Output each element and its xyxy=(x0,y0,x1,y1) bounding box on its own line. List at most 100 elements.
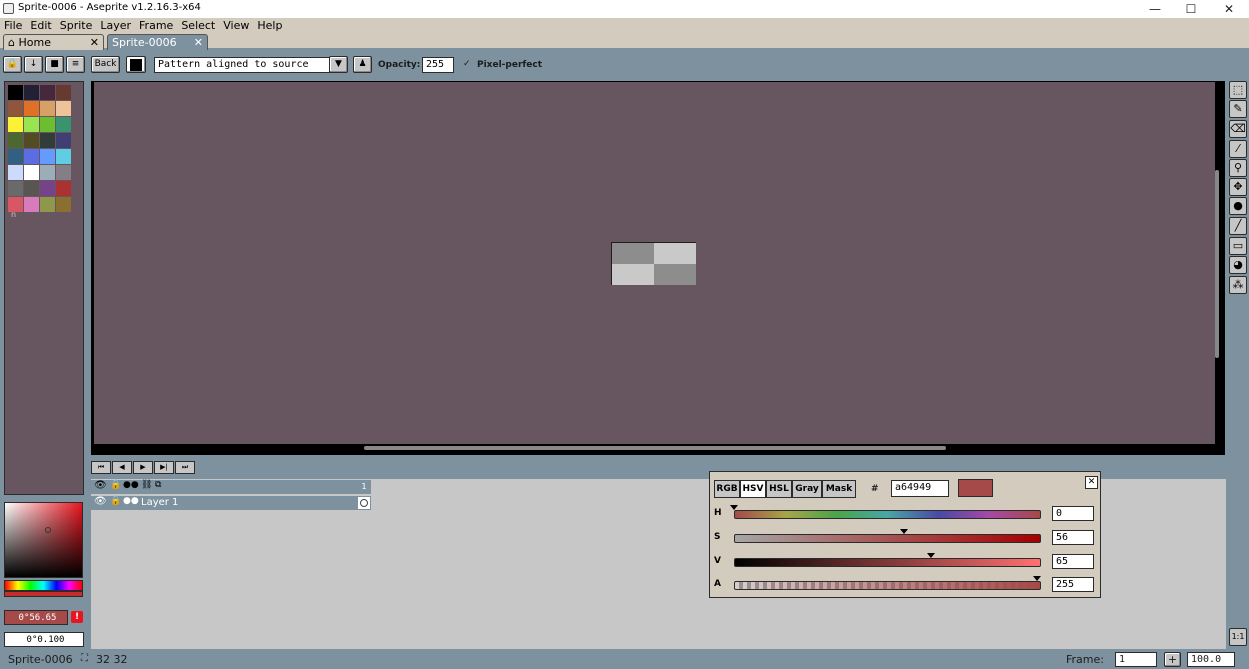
value-value-input[interactable]: 65 xyxy=(1052,554,1094,569)
layer-row[interactable]: 👁 🔒 ●● Layer 1 xyxy=(91,496,357,510)
line-icon[interactable]: ╱ xyxy=(1229,217,1247,235)
palette-swatch[interactable] xyxy=(40,117,55,132)
tab-sprite[interactable]: Sprite-0006 ✕ xyxy=(107,34,208,50)
background-color-button[interactable]: 0°0.100 xyxy=(4,632,84,647)
tab-mask[interactable]: Mask xyxy=(822,480,856,498)
prev-frame-button[interactable]: ◀ xyxy=(112,461,132,474)
menu-frame[interactable]: Frame xyxy=(135,18,177,33)
close-window-button[interactable]: ✕ xyxy=(1211,0,1247,18)
zoom-input[interactable]: 100.0 xyxy=(1187,652,1235,667)
palette-swatch[interactable] xyxy=(40,149,55,164)
tab-home[interactable]: ⌂ Home ✕ xyxy=(3,34,104,50)
palette-swatch[interactable] xyxy=(40,85,55,100)
palette-swatch[interactable] xyxy=(24,133,39,148)
alpha-slider-marker[interactable] xyxy=(1033,576,1041,581)
preview-icon[interactable]: 1:1 xyxy=(1229,628,1247,646)
palette-swatch[interactable] xyxy=(8,165,23,180)
palette-swatch[interactable] xyxy=(24,197,39,212)
palette-swatch[interactable] xyxy=(40,181,55,196)
lock-icon[interactable]: 🔒 xyxy=(110,496,121,506)
palette-swatch[interactable] xyxy=(8,85,23,100)
cel-cell[interactable] xyxy=(357,496,371,510)
menu-help[interactable]: Help xyxy=(253,18,286,33)
palette-swatch[interactable] xyxy=(24,149,39,164)
sprite-image[interactable] xyxy=(611,242,696,285)
tab-home-close-icon[interactable]: ✕ xyxy=(90,35,99,50)
ink-icon[interactable]: ♟ xyxy=(353,56,372,73)
hue-slider-marker[interactable] xyxy=(730,505,738,510)
palette-swatch[interactable] xyxy=(56,85,71,100)
layer-name[interactable]: Layer 1 xyxy=(141,497,178,508)
hue-value-input[interactable]: 0 xyxy=(1052,506,1094,521)
palette-swatch[interactable] xyxy=(56,149,71,164)
palette-swatch[interactable] xyxy=(40,133,55,148)
alpha-value-input[interactable]: 255 xyxy=(1052,577,1094,592)
next-frame-button[interactable]: ▶| xyxy=(154,461,174,474)
tab-hsl[interactable]: HSL xyxy=(766,480,792,498)
canvas-vertical-scrollbar[interactable] xyxy=(1215,170,1219,358)
palette-swatch[interactable] xyxy=(8,133,23,148)
close-icon[interactable]: ✕ xyxy=(1085,476,1098,489)
palette-swatch[interactable] xyxy=(8,181,23,196)
tab-gray[interactable]: Gray xyxy=(792,480,822,498)
brush-shape-button[interactable] xyxy=(126,56,146,73)
move-icon[interactable]: ✥ xyxy=(1229,178,1247,196)
palette-swatch[interactable] xyxy=(24,181,39,196)
menu-layer[interactable]: Layer xyxy=(96,18,135,33)
maximize-button[interactable]: ☐ xyxy=(1173,0,1209,18)
menu-sprite[interactable]: Sprite xyxy=(56,18,97,33)
first-frame-button[interactable]: ⏮ xyxy=(91,461,111,474)
palette-swatch[interactable] xyxy=(24,101,39,116)
pixel-perfect-checkbox-icon[interactable]: ✓ xyxy=(463,59,471,69)
eye-icon[interactable]: 👁 xyxy=(94,496,107,507)
palette-swatch[interactable] xyxy=(56,181,71,196)
download-icon[interactable]: ↓ xyxy=(24,56,43,73)
warning-icon[interactable]: ! xyxy=(71,611,83,623)
palette-swatch[interactable] xyxy=(24,165,39,180)
palette-swatch[interactable] xyxy=(24,85,39,100)
palette-swatch[interactable] xyxy=(24,117,39,132)
saturation-slider[interactable] xyxy=(734,534,1041,543)
saturation-value-input[interactable]: 56 xyxy=(1052,530,1094,545)
value-slider[interactable] xyxy=(734,558,1041,567)
tab-hsv[interactable]: HSV xyxy=(740,480,766,498)
palette-swatch[interactable] xyxy=(8,149,23,164)
hue-slider[interactable] xyxy=(734,510,1041,519)
rectangle-icon[interactable]: ▭ xyxy=(1229,237,1247,255)
ellipse-icon[interactable]: ◕ xyxy=(1229,256,1247,274)
minimize-button[interactable]: — xyxy=(1137,0,1173,18)
eye-icon[interactable]: 👁 xyxy=(94,480,107,491)
continuous-icon[interactable]: ●● xyxy=(123,496,139,506)
back-button[interactable]: Back xyxy=(91,56,120,73)
chevron-down-icon[interactable]: ▼ xyxy=(329,56,348,73)
palette-swatch[interactable] xyxy=(8,117,23,132)
opacity-input[interactable]: 255 xyxy=(422,57,454,73)
bucket-icon[interactable]: ● xyxy=(1229,197,1247,215)
palette-swatch[interactable] xyxy=(40,197,55,212)
foreground-color-button[interactable]: 0°56.65 xyxy=(4,610,68,625)
alpha-bar[interactable] xyxy=(4,591,83,597)
eyedropper-icon[interactable]: ⁄ xyxy=(1229,140,1247,158)
spray-icon[interactable]: ⁂ xyxy=(1229,276,1247,294)
hue-bar[interactable] xyxy=(4,580,83,591)
canvas-horizontal-scrollbar[interactable] xyxy=(364,446,946,450)
hex-input[interactable]: a64949 xyxy=(891,480,949,497)
zoom-icon[interactable]: ⚲ xyxy=(1229,159,1247,177)
play-button[interactable]: ▶ xyxy=(133,461,153,474)
lock-icon[interactable]: 🔒 xyxy=(110,480,121,490)
palette-swatch[interactable] xyxy=(40,165,55,180)
onion-skin-icon[interactable]: ⧉ xyxy=(155,480,161,490)
marquee-icon[interactable]: ⬚ xyxy=(1229,81,1247,99)
alpha-slider[interactable] xyxy=(734,581,1041,590)
pencil-icon[interactable]: ✎ xyxy=(1229,100,1247,118)
saturation-slider-marker[interactable] xyxy=(899,529,908,534)
eraser-icon[interactable]: ⌫ xyxy=(1229,120,1247,138)
tab-sprite-close-icon[interactable]: ✕ xyxy=(194,35,203,50)
value-slider-marker[interactable] xyxy=(926,553,935,558)
continuous-icon[interactable]: ●● xyxy=(123,480,139,490)
menu-edit[interactable]: Edit xyxy=(26,18,55,33)
palette-swatch[interactable] xyxy=(56,101,71,116)
lock-icon[interactable]: 🔒 xyxy=(3,56,22,73)
color-picker-cursor[interactable] xyxy=(45,527,51,533)
link-icon[interactable]: ⛓ xyxy=(141,480,152,490)
